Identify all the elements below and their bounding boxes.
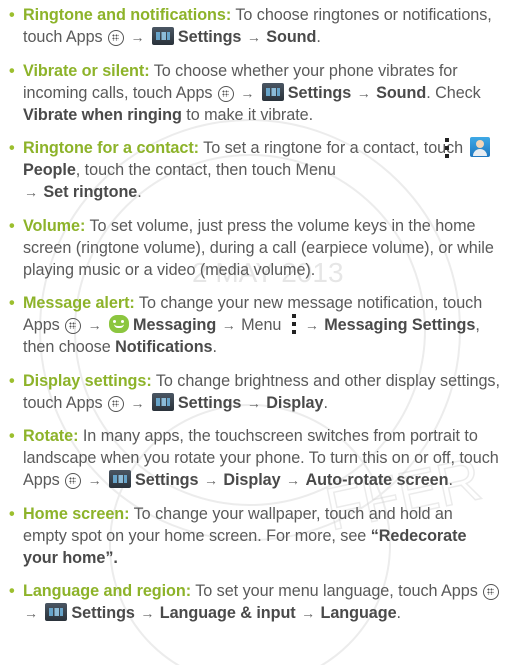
display-label: Display	[266, 393, 324, 412]
settings-label: Settings	[177, 28, 242, 46]
list-item-rotate: • Rotate: In many apps, the touchscreen …	[9, 425, 501, 491]
arrow-icon: →	[246, 394, 261, 411]
bullet: •	[9, 371, 15, 390]
list-item-ringtone-notifications: • Ringtone and notifications: To choose …	[9, 4, 501, 48]
settings-icon	[109, 470, 132, 488]
bullet: •	[9, 582, 15, 600]
arrow-icon: →	[130, 29, 145, 45]
item-title: Rotate:	[23, 427, 79, 445]
item-end: .	[212, 338, 218, 356]
item-title: Ringtone and notifications:	[23, 6, 232, 24]
arrow-icon: →	[356, 84, 371, 101]
settings-label: Settings	[177, 393, 242, 412]
list-item-display-settings: • Display settings: To change brightness…	[9, 370, 501, 414]
apps-icon	[483, 584, 500, 600]
open-quote: “	[370, 526, 379, 545]
settings-label: Settings	[287, 83, 352, 102]
item-end: .	[396, 604, 402, 622]
menu-icon	[291, 314, 296, 334]
item-title: Volume:	[23, 216, 86, 235]
vibrate-when-ringing-label: Vibrate when ringing	[23, 105, 182, 124]
arrow-icon: →	[24, 184, 38, 200]
settings-icon	[261, 82, 284, 101]
item-end: .	[448, 471, 453, 489]
arrow-icon: →	[203, 472, 218, 488]
item-title: Display settings:	[23, 371, 152, 390]
bullet: •	[9, 139, 15, 157]
close-quote: ”.	[105, 548, 118, 567]
arrow-icon: →	[87, 317, 102, 333]
list-item-ringtone-contact: • Ringtone for a contact: To set a ringt…	[9, 137, 501, 203]
sound-label: Sound	[266, 28, 317, 46]
apps-icon	[65, 318, 82, 334]
arrow-icon: →	[140, 605, 155, 621]
item-text: To set a ringtone for a contact, touch	[199, 139, 468, 157]
arrow-icon: →	[301, 605, 316, 621]
item-end: .	[137, 183, 142, 201]
item-end: .	[323, 393, 328, 412]
list-item-volume: • Volume: To set volume, just press the …	[9, 215, 501, 281]
item-text: To set your menu language, touch Apps	[191, 582, 483, 600]
item-title: Ringtone for a contact:	[23, 139, 200, 157]
arrow-icon: →	[221, 317, 236, 333]
arrow-icon: →	[87, 472, 102, 488]
item-text: Menu	[236, 316, 286, 334]
settings-icon	[151, 392, 174, 411]
item-title: Message alert:	[23, 294, 135, 312]
bullet: •	[9, 61, 15, 80]
apps-icon	[108, 30, 125, 46]
list-item-language-region: • Language and region: To set your menu …	[9, 580, 501, 624]
list-item-message-alert: • Message alert: To change your new mess…	[9, 292, 501, 358]
arrow-icon: →	[130, 394, 145, 411]
arrow-icon: →	[240, 84, 255, 101]
messaging-settings-label: Messaging Settings	[324, 316, 476, 334]
bullet: •	[9, 427, 15, 445]
item-text: , touch the contact, then touch Menu	[75, 161, 336, 179]
item-text: . Check	[426, 83, 481, 102]
item-text: to make it vibrate.	[181, 105, 314, 124]
notifications-label: Notifications	[115, 338, 213, 356]
people-icon	[469, 137, 490, 157]
messaging-label: Messaging	[133, 316, 217, 334]
auto-rotate-screen-label: Auto-rotate screen	[305, 471, 449, 489]
language-input-label: Language & input	[159, 604, 296, 622]
settings-label: Settings	[135, 471, 199, 489]
language-label: Language	[320, 604, 397, 622]
item-title: Vibrate or silent:	[23, 61, 150, 80]
item-title: Language and region:	[23, 582, 192, 600]
arrow-icon: →	[246, 29, 261, 45]
arrow-icon: →	[304, 317, 319, 333]
bullet: •	[9, 216, 15, 235]
apps-icon	[217, 85, 234, 102]
apps-icon	[108, 395, 125, 412]
people-label: People	[23, 161, 76, 179]
apps-icon	[65, 473, 82, 489]
menu-icon	[445, 138, 449, 158]
bullet: •	[9, 504, 15, 523]
settings-tips-list: • Ringtone and notifications: To choose …	[9, 4, 501, 636]
settings-icon	[45, 603, 68, 621]
sound-label: Sound	[376, 83, 427, 102]
arrow-icon: →	[286, 472, 300, 488]
arrow-icon: →	[24, 605, 38, 621]
settings-icon	[151, 27, 174, 45]
set-ringtone-label: Set ringtone	[43, 183, 138, 201]
messaging-icon	[109, 315, 130, 333]
list-item-home-screen: • Home screen: To change your wallpaper,…	[9, 503, 501, 569]
list-item-vibrate-silent: • Vibrate or silent: To choose whether y…	[9, 60, 501, 126]
item-title: Home screen:	[23, 504, 130, 523]
bullet: •	[9, 6, 15, 24]
item-text: To set volume, just press the volume key…	[23, 216, 494, 279]
display-label: Display	[223, 471, 281, 489]
settings-label: Settings	[71, 604, 135, 622]
bullet: •	[9, 294, 15, 312]
item-end: .	[316, 28, 321, 46]
